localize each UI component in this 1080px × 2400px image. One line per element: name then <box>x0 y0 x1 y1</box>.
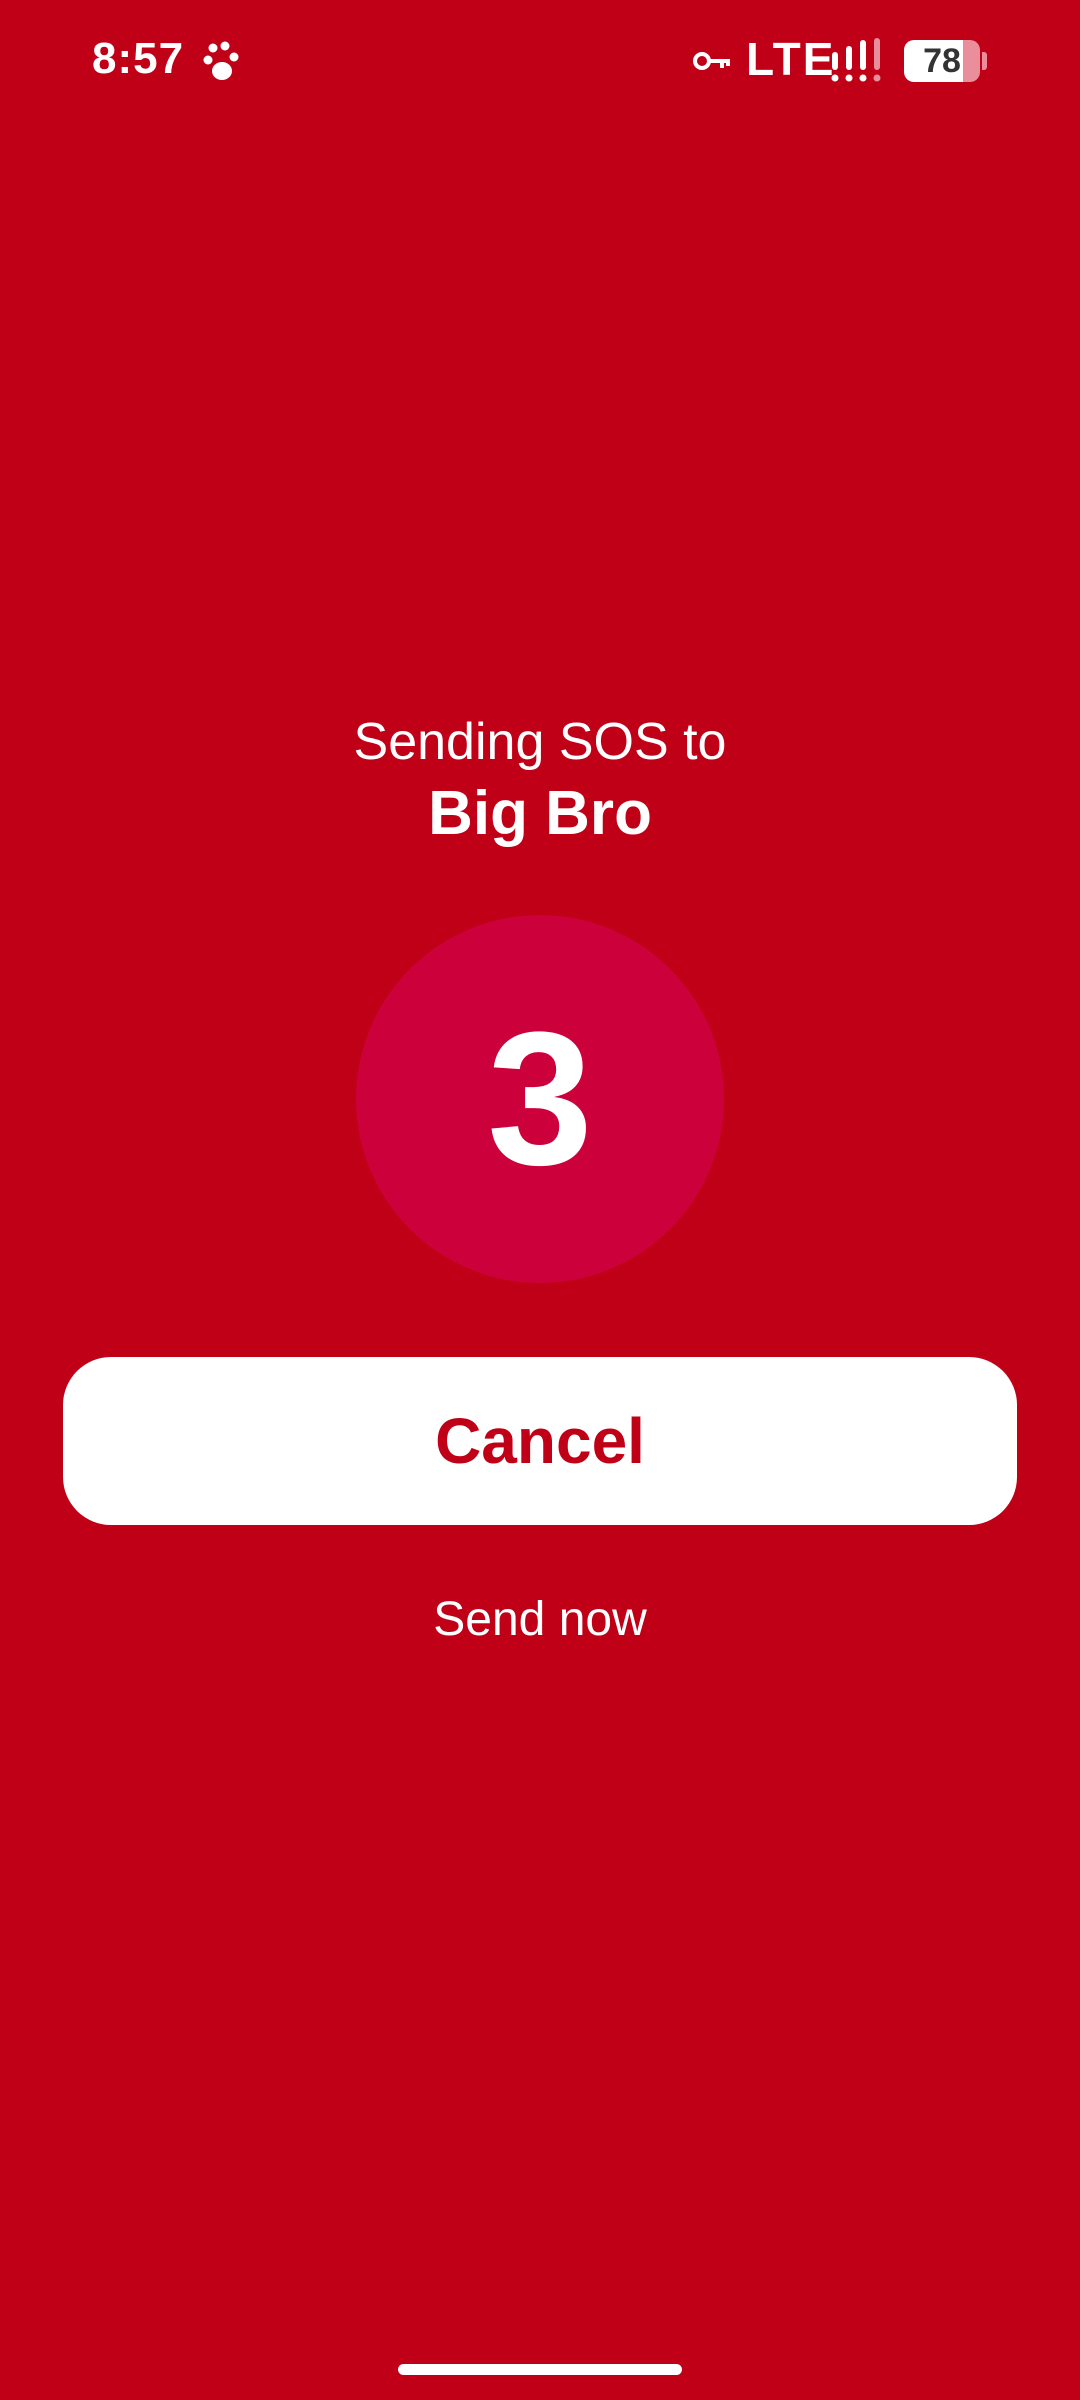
battery-level: 78 <box>923 42 961 80</box>
sending-sos-label: Sending SOS to <box>353 713 727 771</box>
key-icon <box>693 52 730 70</box>
countdown-circle: 3 <box>356 915 724 1283</box>
countdown-number: 3 <box>487 993 593 1205</box>
battery-icon: 78 <box>904 40 987 82</box>
status-bar: 8:57 LTE 78 <box>0 0 1080 120</box>
send-now-button[interactable]: Send now <box>340 1582 740 1658</box>
status-time: 8:57 <box>92 34 185 83</box>
signal-icon <box>831 38 881 82</box>
network-type: LTE <box>746 33 836 85</box>
recipient-name: Big Bro <box>428 779 652 848</box>
home-indicator[interactable] <box>398 2364 682 2375</box>
paw-icon <box>203 41 239 80</box>
cancel-button[interactable]: Cancel <box>63 1357 1017 1525</box>
